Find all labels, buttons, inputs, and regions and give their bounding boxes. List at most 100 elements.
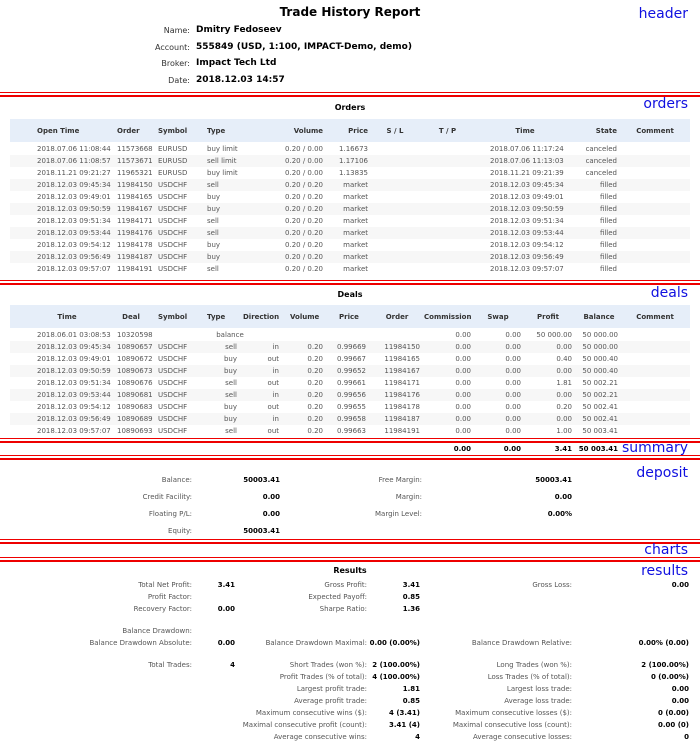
orders-cell: USDCHF [158,241,188,249]
orders-cell: 0.20 / 0.20 [285,265,323,273]
deals-cell: out [267,403,279,411]
deals-cell: 0.00 [556,343,572,351]
orders-cell: 0.20 / 0.00 [285,169,323,177]
orders-cell: 0.20 / 0.00 [285,157,323,165]
results-label: Average profit trade: [294,697,367,705]
results-value: 0.85 [402,593,420,601]
deals-cell: 0.20 [307,427,323,435]
header-field-value: Dmitry Fedoseev [196,25,282,35]
orders-cell: 2018.12.03 09:56:49 [37,253,111,261]
deposit-value: 0.00 [262,493,280,501]
orders-cell: 2018.07.06 11:13:03 [490,157,564,165]
results-label: Total Net Profit: [138,581,192,589]
orders-cell: 11984165 [117,193,153,201]
orders-cell: 0.20 / 0.20 [285,217,323,225]
summary-balance: 50 003.41 [578,445,618,453]
results-value: 0.85 [402,697,420,705]
deals-cell: buy [223,403,237,411]
header-field-label: Date: [168,75,190,85]
results-value: 0.00 [671,685,689,693]
orders-column-header: Type [207,127,226,135]
orders-column-header: Open Time [37,127,80,135]
deals-cell: 10320598 [117,331,153,339]
orders-cell: 11984150 [117,181,153,189]
deals-cell: balance [216,331,244,339]
deals-cell: sell [225,427,237,435]
deals-cell: 50 000.40 [582,367,618,375]
deals-cell: 11984191 [384,427,420,435]
deals-cell: 2018.12.03 09:56:49 [37,415,111,423]
orders-cell: filled [599,253,617,261]
deals-cell: 0.00 [455,403,471,411]
deals-cell: 0.00 [455,415,471,423]
deals-cell: 11984150 [384,343,420,351]
deposit-label: Free Margin: [378,476,422,484]
orders-cell: market [343,205,368,213]
orders-cell: 11984176 [117,229,153,237]
orders-cell: canceled [585,145,617,153]
deals-cell: 2018.12.03 09:50:59 [37,367,111,375]
deposit-value: 0.00 [554,493,572,501]
orders-cell: filled [599,265,617,273]
deals-cell: 0.00 [556,415,572,423]
orders-cell: sell [207,217,219,225]
deals-cell: USDCHF [158,379,188,387]
deals-cell: 1.00 [556,427,572,435]
deals-cell: out [267,379,279,387]
section-divider [0,92,700,94]
deals-cell: USDCHF [158,355,188,363]
results-label: Largest profit trade: [296,685,367,693]
orders-cell: 2018.12.03 09:45:34 [37,181,111,189]
deposit-label: Margin Level: [375,510,422,518]
deals-cell: 0.20 [307,379,323,387]
orders-cell: USDCHF [158,217,188,225]
deals-cell: buy [223,367,237,375]
deals-cell: 50 000.00 [536,331,572,339]
orders-cell: 2018.12.03 09:54:12 [490,241,564,249]
results-value: 4 (3.41) [389,709,420,717]
deals-cell: 0.00 [455,355,471,363]
orders-column-header: Volume [293,127,323,135]
results-value: 0.00 (0) [658,721,689,729]
section-divider [0,539,700,541]
deals-cell: USDCHF [158,427,188,435]
deals-cell: 2018.12.03 09:53:44 [37,391,111,399]
orders-cell: USDCHF [158,265,188,273]
deals-cell: 0.00 [505,427,521,435]
results-value: 0 (0.00) [658,709,689,717]
orders-cell: 0.20 / 0.20 [285,193,323,201]
orders-cell: filled [599,229,617,237]
deals-cell: 0.00 [505,355,521,363]
deposit-label: Balance: [161,476,192,484]
orders-cell: 2018.12.03 09:51:34 [37,217,111,225]
orders-cell: USDCHF [158,229,188,237]
orders-cell: sell [207,229,219,237]
orders-cell: 1.16673 [339,145,368,153]
deposit-label: Credit Facility: [142,493,192,501]
deals-cell: 50 002.41 [582,403,618,411]
deals-cell: 0.00 [505,391,521,399]
orders-cell: USDCHF [158,193,188,201]
orders-cell: buy [207,241,221,249]
deals-cell: sell [225,379,237,387]
deals-cell: 0.20 [307,367,323,375]
orders-cell: 2018.07.06 11:08:57 [37,157,111,165]
orders-cell: filled [599,217,617,225]
deals-cell: in [272,391,279,399]
deals-cell: 0.00 [556,367,572,375]
header-field-value: Impact Tech Ltd [196,58,277,68]
deals-cell: USDCHF [158,403,188,411]
results-label: Profit Trades (% of total): [279,673,367,681]
deals-cell: USDCHF [158,391,188,399]
header-field-value: 2018.12.03 14:57 [196,74,285,85]
orders-cell: market [343,181,368,189]
deposit-label: Equity: [168,527,192,535]
orders-cell: 2018.12.03 09:54:12 [37,241,111,249]
deals-cell: 0.20 [307,415,323,423]
deals-cell: USDCHF [158,415,188,423]
results-value: 2 (100.00%) [372,661,420,669]
deals-column-header: Time [57,313,77,321]
deals-cell: 10890681 [117,391,153,399]
deals-cell: 0.99656 [337,391,366,399]
summary-swap: 0.00 [503,445,521,453]
